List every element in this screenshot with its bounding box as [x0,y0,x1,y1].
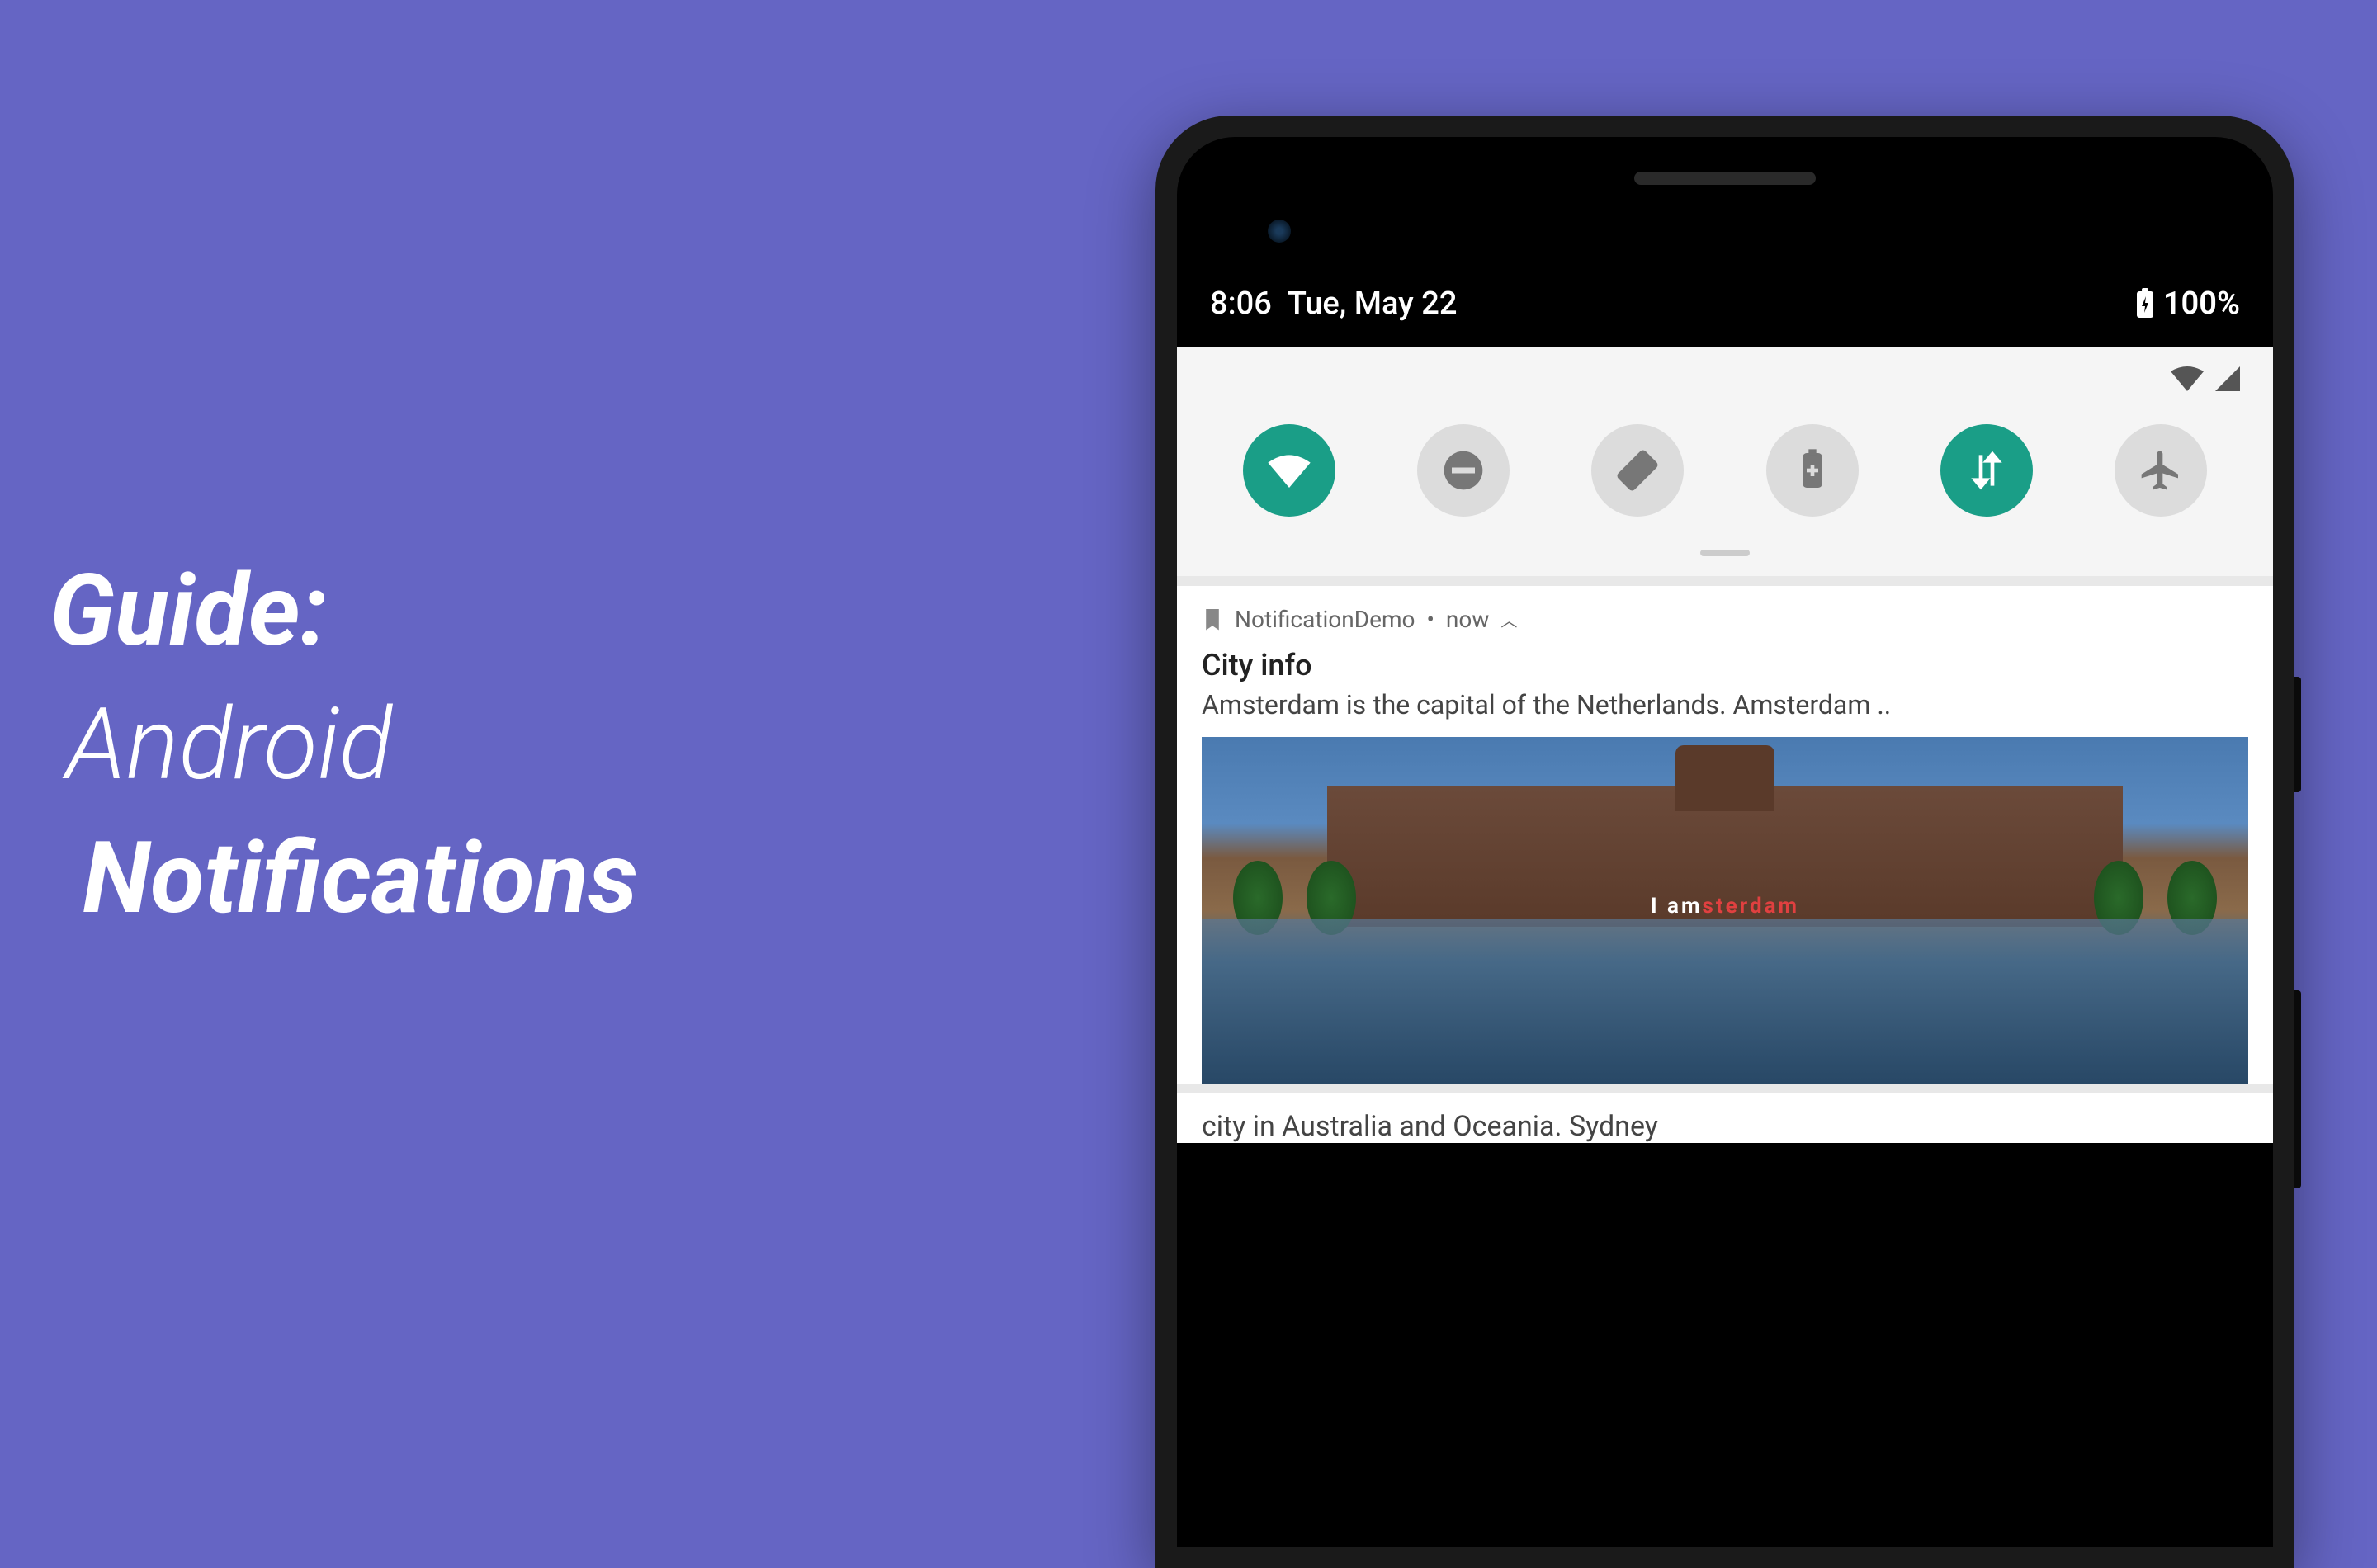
battery-saver-toggle[interactable] [1766,424,1859,517]
wifi-icon [1266,447,1312,494]
dnd-icon [1440,447,1486,494]
battery-icon [2135,288,2155,319]
dnd-toggle[interactable] [1417,424,1510,517]
phone-speaker [1634,172,1816,185]
power-button[interactable] [2294,677,2301,792]
battery-percent: 100% [2163,286,2240,322]
phone-frame: 8:06 Tue, May 22 100% [1155,116,2294,1568]
notification-app-name: NotificationDemo [1235,606,1415,633]
status-left: 8:06 Tue, May 22 [1210,286,1457,322]
phone-screen: 8:06 Tue, May 22 100% [1177,269,2273,1547]
data-toggle[interactable] [1940,424,2033,517]
airplane-toggle[interactable] [2115,424,2207,517]
chevron-up-icon[interactable]: ︿ [1500,607,1517,631]
headline-line-2: Android [50,678,638,812]
notification-card[interactable]: NotificationDemo • now ︿ City info Amste… [1177,586,2273,1084]
notification-divider [1177,1084,2273,1093]
wifi-signal-icon [2171,366,2204,391]
quick-settings-panel [1177,347,2273,576]
status-icons [1177,347,2273,399]
bookmark-icon [1202,609,1223,631]
notification-header[interactable]: NotificationDemo • now ︿ [1202,606,2248,633]
notification-separator: • [1426,606,1434,633]
phone-camera [1268,220,1291,243]
cell-signal-icon [2215,366,2240,391]
status-right: 100% [2135,286,2240,322]
partial-notification-text: city in Australia and Oceania. Sydney [1177,1093,2273,1143]
image-caption: I amsterdam [1651,894,1799,919]
status-date: Tue, May 22 [1288,286,1458,322]
data-icon [1964,447,2010,494]
panel-drag-handle[interactable] [1700,550,1750,556]
quick-toggles-row [1177,399,2273,550]
headline-text: Guide: Android Notifications [50,545,638,946]
airplane-icon [2138,447,2184,494]
status-bar: 8:06 Tue, May 22 100% [1177,269,2273,347]
headline-line-3: Notifications [50,812,638,946]
volume-button[interactable] [2294,990,2301,1188]
notification-title: City info [1202,648,2248,682]
notification-time: now [1446,606,1489,633]
notification-body: Amsterdam is the capital of the Netherla… [1202,689,2248,720]
notification-divider [1177,576,2273,586]
rotate-toggle[interactable] [1591,424,1684,517]
wifi-toggle[interactable] [1243,424,1335,517]
headline-line-1: Guide: [50,545,638,678]
notification-image: I amsterdam [1202,737,2248,1084]
status-time: 8:06 [1210,286,1272,322]
rotate-icon [1614,447,1661,494]
battery-saver-icon [1789,447,1836,494]
